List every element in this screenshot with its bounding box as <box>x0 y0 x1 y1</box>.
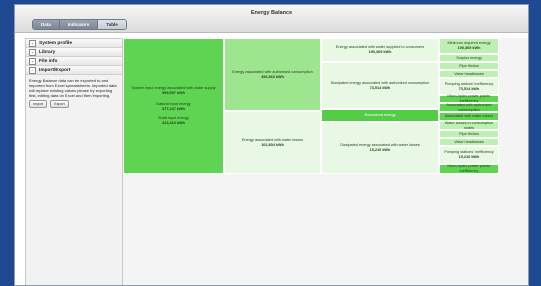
pipe-friction-block: Pipe friction <box>439 62 499 70</box>
valve-headlosses-losses-block: Valve headlosses <box>439 138 499 146</box>
assoc-losses-label: Associated with water losses <box>444 114 494 118</box>
energy-balance-diagram: System input energy associated with wate… <box>122 38 528 285</box>
sidebar-item-label: Import/Export <box>39 67 71 73</box>
expand-icon: + <box>29 39 36 47</box>
dissipated-losses-value: 15,210 kWh <box>369 148 391 152</box>
valve-headlosses-losses-label: Valve headlosses <box>454 139 484 144</box>
recovered-authorised-block: Associated with authorised consumption <box>439 103 499 112</box>
app-window: Energy Balance Data Indicators Table + S… <box>14 4 529 286</box>
supplied-value: 190,369 kWh <box>368 50 392 54</box>
authorised-value: 496,863 kWh <box>261 74 284 79</box>
system-input-value: 599,657 kWh <box>162 91 185 95</box>
pumping-inefficiency-authorised-block: Pumping sations' inefficiency 73,514 kWh <box>439 78 499 95</box>
water-losses-nodes-label: Water losses in consumption nodes <box>444 120 494 130</box>
sidebar-item-import-export[interactable]: − Import/Export <box>26 66 123 75</box>
micro-hydro-losses-label: Micro-hydro power plants' inefficiency <box>447 164 491 173</box>
tab-table[interactable]: Table <box>97 20 126 29</box>
assoc-authorised-label: Associated with authorised consumption <box>446 102 492 112</box>
expand-icon: + <box>29 48 36 56</box>
system-input-energy-block: System input energy associated with wate… <box>123 38 224 174</box>
view-tabs: Data Indicators Table <box>32 19 127 30</box>
sidebar-item-library[interactable]: + Library <box>26 48 123 57</box>
title-bar: Energy Balance Data Indicators Table <box>15 5 528 33</box>
pipe-friction-losses-label: Pipe friction <box>459 131 479 136</box>
natural-input-value: 377,247 kWh <box>162 107 185 111</box>
pumping-losses-value: 15,210 kWh <box>458 155 480 159</box>
pumping-inefficiency-losses-block: Pumping stations' inefficiency 15,210 kW… <box>439 146 499 164</box>
recovered-label: Recovered energy <box>364 113 396 117</box>
water-losses-energy-block: Energy associated with water losses 102,… <box>224 111 321 174</box>
sidebar-item-label: Library <box>39 49 56 55</box>
micro-hydro-losses-block: Micro-hydro power plants' inefficiency <box>439 164 499 174</box>
expand-icon: + <box>29 57 36 65</box>
minimum-required-energy-block: Minimum required energy 190,369 kWh <box>439 38 499 54</box>
recovered-energy-block: Recovered energy <box>321 109 439 122</box>
pipe-friction-label: Pipe friction <box>459 63 479 68</box>
dissipated-authorised-energy-block: Dissipated energy associated with author… <box>321 62 439 109</box>
water-losses-value: 102,804 kWh <box>261 142 284 147</box>
valve-headlosses-block: Valve headlosses <box>439 70 499 78</box>
surplus-label: Surplus energy <box>456 55 482 60</box>
valve-headlosses-label: Valve headlosses <box>454 71 484 76</box>
tab-indicators[interactable]: Indicators <box>58 20 98 29</box>
sidebar-item-file-info[interactable]: + File info <box>26 57 123 66</box>
sidebar-item-system-profile[interactable]: + System profile <box>26 39 123 48</box>
sidebar-item-label: File info <box>39 58 58 64</box>
shaft-input-value: 222,410 kWh <box>162 121 185 125</box>
window-title: Energy Balance <box>250 10 293 16</box>
dissipated-authorised-value: 73,514 kWh <box>369 85 391 90</box>
import-button[interactable]: Import <box>29 100 48 108</box>
tab-data[interactable]: Data <box>33 20 59 29</box>
export-button[interactable]: Export <box>50 100 69 108</box>
surplus-energy-block: Surplus energy <box>439 54 499 62</box>
water-supplied-energy-block: Energy associated with water supplied to… <box>321 38 439 62</box>
collapse-icon: − <box>29 66 36 74</box>
import-export-buttons: Import Export <box>26 98 123 110</box>
water-losses-nodes-block: Water losses in consumption nodes <box>439 121 499 130</box>
pumping-authorised-value: 73,514 kWh <box>458 86 480 91</box>
sidebar: + System profile + Library + File info −… <box>25 38 124 285</box>
dissipated-losses-energy-block: Dissipated energy associated with water … <box>321 122 439 174</box>
authorised-consumption-energy-block: Energy associated with authorised consum… <box>224 38 321 111</box>
pipe-friction-losses-block: Pipe friction <box>439 130 499 138</box>
min-required-value: 190,369 kWh <box>457 46 481 50</box>
sidebar-item-label: System profile <box>39 40 73 46</box>
import-export-description: Energy Balance data can be exported to a… <box>29 78 117 98</box>
